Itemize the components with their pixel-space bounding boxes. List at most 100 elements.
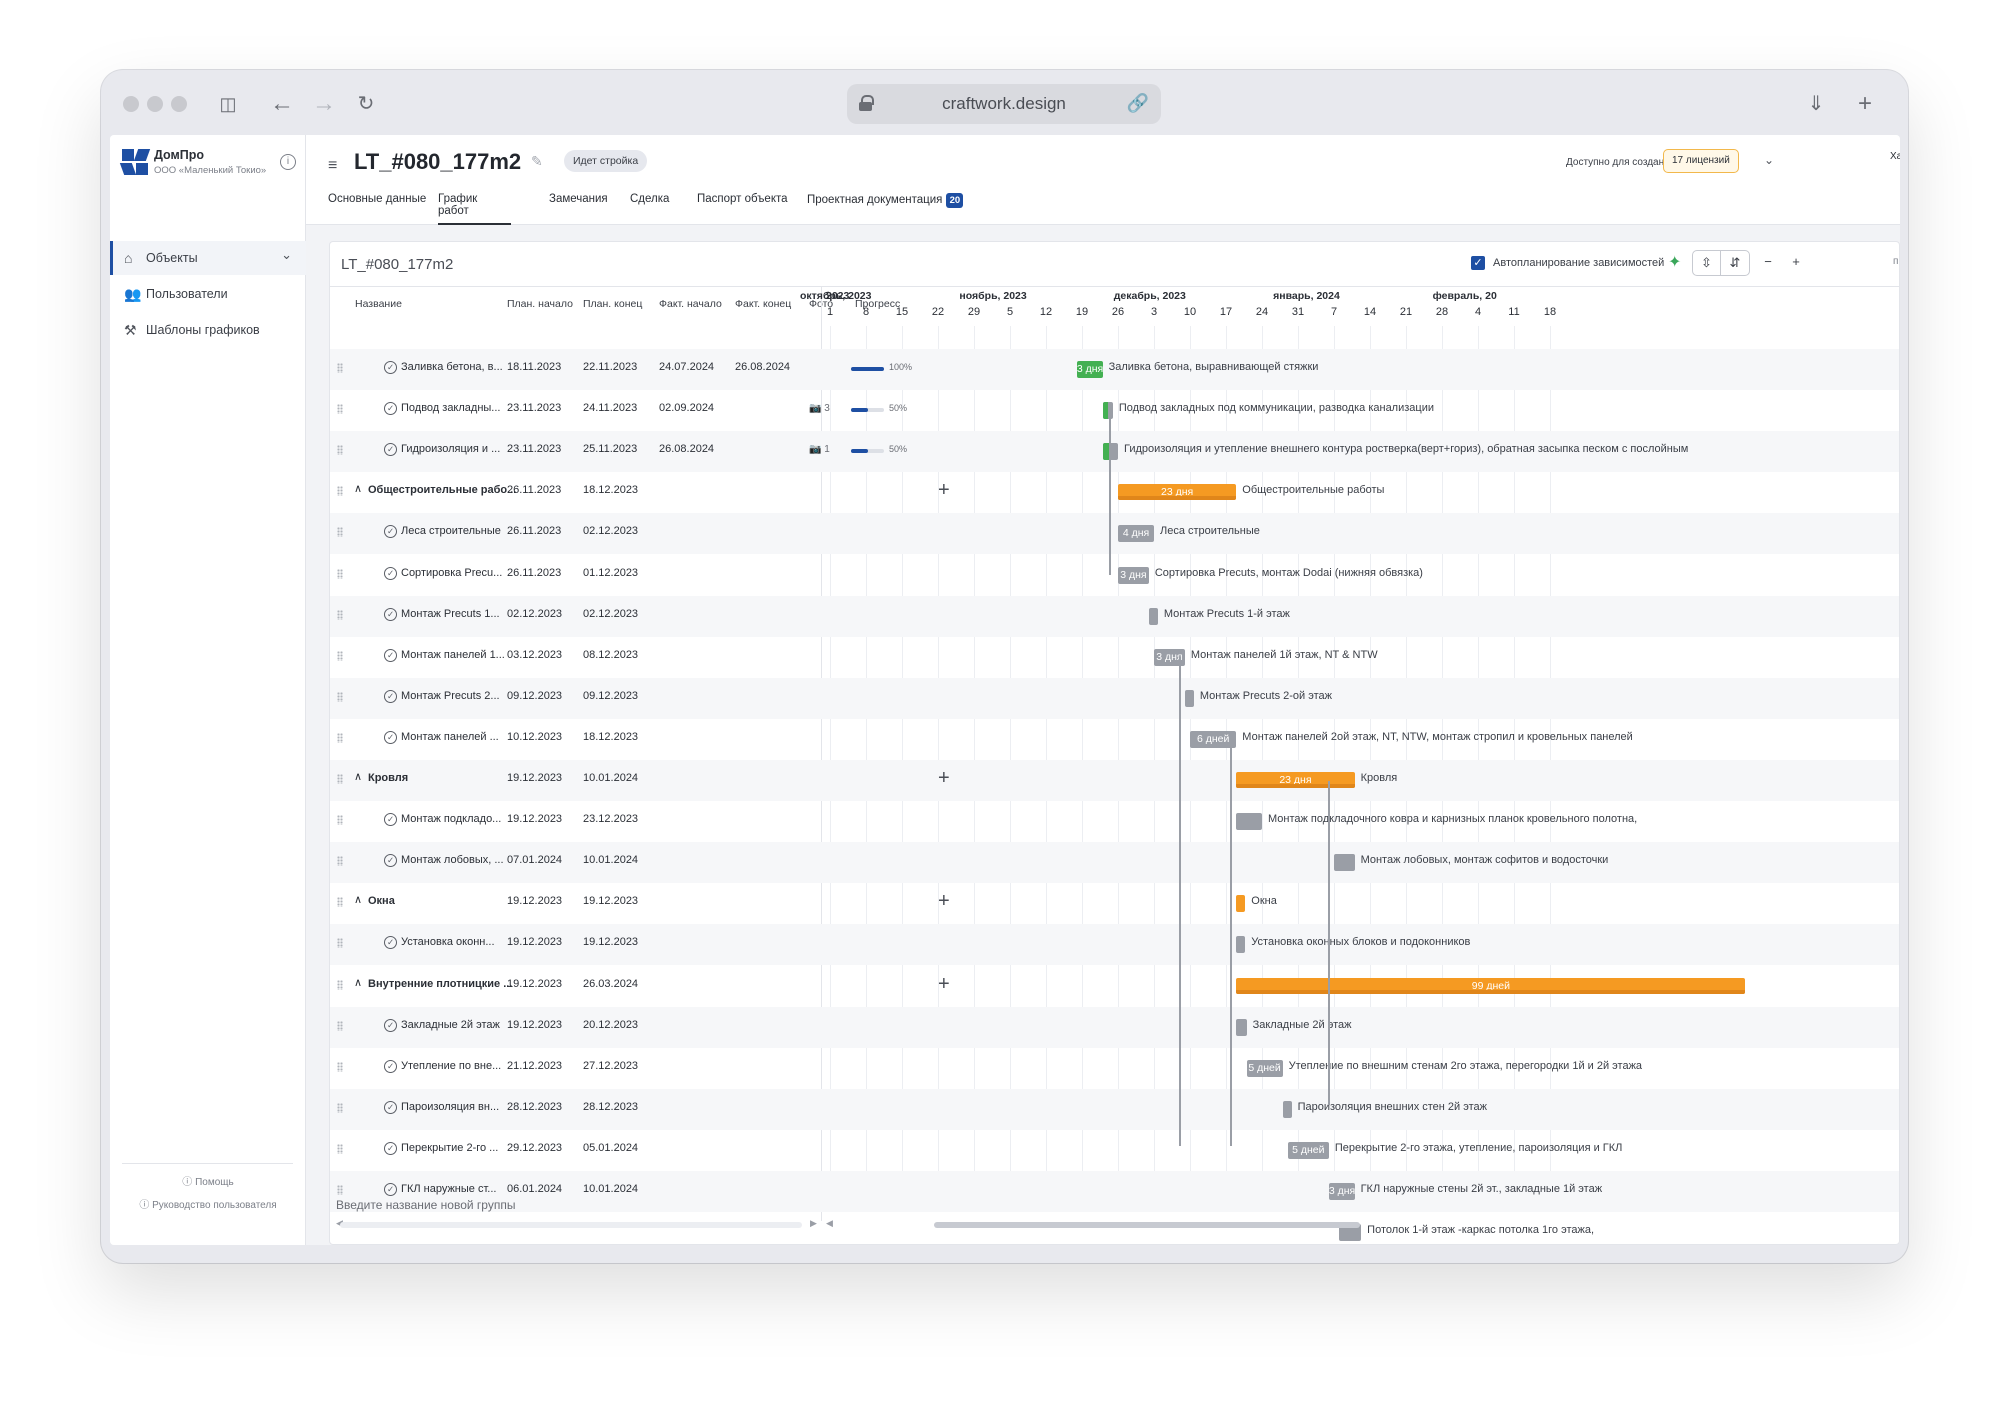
task-row[interactable]: ✓ Леса строительные 26.11.2023 02.12.2023 4 …	[330, 513, 1899, 555]
group-bar[interactable]: 23 дня	[1118, 484, 1237, 501]
task-bar[interactable]	[1236, 1018, 1247, 1036]
drag-handle-icon[interactable]	[337, 774, 343, 784]
task-bar[interactable]: 4 дня	[1118, 525, 1154, 543]
task-row[interactable]: ✓ Установка оконн... 19.12.2023 19.12.2023 У…	[330, 924, 1899, 966]
drag-handle-icon[interactable]	[337, 938, 343, 949]
drag-handle-icon[interactable]	[337, 650, 343, 661]
group-row[interactable]: ∧ Внутренние плотницкие ... +19.12.2023 26.…	[330, 966, 1899, 1007]
task-row[interactable]: ✓ Монтаж панелей 1... 03.12.2023 08.12.2023…	[330, 637, 1899, 678]
check-circle-icon[interactable]: ✓	[384, 525, 397, 539]
check-circle-icon[interactable]: ✓	[384, 1183, 397, 1196]
col-name[interactable]: Название	[355, 298, 402, 310]
drag-handle-icon[interactable]	[337, 897, 343, 908]
drag-handle-icon[interactable]	[337, 732, 343, 743]
check-circle-icon[interactable]: ✓	[384, 813, 397, 827]
download-icon[interactable]: ⇓	[1801, 89, 1831, 119]
check-circle-icon[interactable]: ✓	[384, 443, 397, 457]
check-circle-icon[interactable]: ✓	[384, 1100, 397, 1114]
task-row[interactable]: ✓ Перекрытие 2-го ... 29.12.2023 05.01.2024…	[330, 1130, 1899, 1171]
col-fact-end[interactable]: Факт. конец	[735, 298, 791, 310]
task-row[interactable]: ✓ Закладные 2й этаж 19.12.2023 20.12.2023 За…	[330, 1006, 1899, 1048]
tab-main-data[interactable]: Основные данные	[328, 193, 426, 225]
collapse-all-icon[interactable]: ⇳	[1693, 251, 1721, 275]
task-bar[interactable]	[1236, 936, 1246, 954]
check-circle-icon[interactable]: ✓	[384, 730, 397, 744]
group-bar[interactable]	[1236, 895, 1246, 913]
drag-handle-icon[interactable]	[337, 1020, 343, 1031]
licenses-badge[interactable]: 17 лицензий	[1663, 149, 1739, 173]
drag-handle-icon[interactable]	[337, 1102, 343, 1113]
zoom-out-icon[interactable]: −	[1754, 250, 1782, 274]
task-bar[interactable]	[1282, 1100, 1292, 1118]
photo-icon[interactable]: 📷 3	[809, 403, 830, 414]
tab-schedule[interactable]: График работ	[438, 193, 511, 225]
zoom-in-icon[interactable]: +	[1782, 250, 1810, 274]
address-bar[interactable]: craftwork.design 🔗	[847, 84, 1161, 124]
task-bar[interactable]: 3 дня	[1118, 566, 1149, 584]
add-task-icon[interactable]: +	[938, 767, 950, 790]
check-circle-icon[interactable]: ✓	[384, 607, 397, 621]
drag-handle-icon[interactable]	[337, 445, 343, 456]
back-arrow-icon[interactable]: ←	[267, 89, 297, 119]
task-bar[interactable]: 5 дней	[1246, 1059, 1283, 1077]
check-circle-icon[interactable]: ✓	[384, 936, 397, 950]
task-bar[interactable]	[1236, 813, 1262, 831]
new-tab-icon[interactable]: +	[1850, 89, 1880, 119]
task-row[interactable]: ✓ Утепление по вне... 21.12.2023 27.12.2023…	[330, 1048, 1899, 1089]
task-row[interactable]: Потолок 1-й этаж -каркас потолка 1го эта…	[330, 1212, 1899, 1244]
check-circle-icon[interactable]: ✓	[384, 648, 397, 662]
autoplan-checkbox[interactable]: ✓	[1471, 256, 1485, 270]
check-circle-icon[interactable]: ✓	[384, 1018, 397, 1032]
reload-icon[interactable]: ↻	[351, 89, 381, 119]
task-bar[interactable]	[1102, 402, 1113, 420]
task-row[interactable]: ✓ Сортировка Precu... 26.11.2023 01.12.2023…	[330, 555, 1899, 596]
task-row[interactable]: ✓ Монтаж подкладо... 19.12.2023 23.12.2023 М…	[330, 801, 1899, 842]
check-circle-icon[interactable]: ✓	[384, 1141, 397, 1155]
task-bar[interactable]: 3 дня	[1076, 361, 1103, 378]
check-circle-icon[interactable]: ✓	[384, 566, 397, 580]
task-bar[interactable]: 5 дней	[1287, 1141, 1329, 1159]
scroll-left-icon[interactable]: ◀	[826, 1218, 833, 1229]
group-bar[interactable]: 23 дня	[1236, 772, 1355, 788]
link-icon[interactable]: 🔗	[1127, 93, 1149, 114]
task-bar[interactable]	[1148, 607, 1158, 625]
task-row[interactable]: ✓ Заливка бетона, в... 18.11.2023 22.11.202…	[330, 349, 1899, 390]
group-row[interactable]: ∧ Общестроительные рабо... +26.11.2023 18.1…	[330, 472, 1899, 513]
window-close-dot[interactable]	[123, 96, 139, 112]
check-circle-icon[interactable]: ✓	[384, 1059, 397, 1073]
add-task-icon[interactable]: +	[938, 973, 950, 996]
drag-handle-icon[interactable]	[337, 1143, 343, 1154]
magic-wand-icon[interactable]: ✦	[1668, 252, 1681, 272]
col-fact-start[interactable]: Факт. начало	[659, 298, 722, 310]
task-row[interactable]: ✓ Монтаж Precuts 2... 09.12.2023 09.12.2023…	[330, 677, 1899, 719]
window-maximize-dot[interactable]	[171, 96, 187, 112]
task-row[interactable]: ✓ Монтаж лобовых, ... 07.01.2024 10.01.2024…	[330, 842, 1899, 884]
tab-deal[interactable]: Сделка	[630, 193, 669, 225]
drag-handle-icon[interactable]	[337, 979, 343, 990]
group-row[interactable]: ∧ Кровля +19.12.2023 10.01.2024 23 дня Кровля	[330, 760, 1899, 801]
group-row[interactable]: ∧ Окна +19.12.2023 19.12.2023 Окна	[330, 883, 1899, 924]
drag-handle-icon[interactable]	[337, 568, 343, 579]
drag-handle-icon[interactable]	[337, 691, 343, 702]
info-icon[interactable]: i	[280, 154, 296, 170]
help-link[interactable]: ⓘ Помощь	[110, 1173, 306, 1188]
add-task-icon[interactable]: +	[938, 890, 950, 913]
expand-all-icon[interactable]: ⇵	[1721, 251, 1749, 275]
task-row[interactable]: ✓ Пароизоляция вн... 28.12.2023 28.12.2023 П…	[330, 1088, 1899, 1130]
edit-pencil-icon[interactable]: ✎	[531, 153, 543, 170]
task-row[interactable]: ✓ Монтаж панелей ... 10.12.2023 18.12.2023 6…	[330, 719, 1899, 760]
chevron-down-icon[interactable]: ⌄	[1764, 153, 1774, 167]
drag-handle-icon[interactable]	[337, 1061, 343, 1072]
drag-handle-icon[interactable]	[337, 609, 343, 620]
task-bar[interactable]	[1184, 689, 1194, 707]
drag-handle-icon[interactable]	[337, 856, 343, 867]
user-guide-link[interactable]: ⓘ Руководство пользователя	[110, 1196, 306, 1211]
photo-icon[interactable]: 📷 1	[809, 444, 830, 455]
task-row[interactable]: ✓ ГКЛ наружные ст... 06.01.2024 10.01.2024 3…	[330, 1171, 1899, 1212]
drag-handle-icon[interactable]	[337, 363, 343, 373]
caret-up-icon[interactable]: ∧	[354, 770, 362, 783]
user-menu[interactable]: Ха	[1890, 151, 1900, 162]
task-bar[interactable]: 3 дня	[1328, 1183, 1355, 1200]
drag-handle-icon[interactable]	[337, 486, 343, 497]
sidebar-item-users[interactable]: 👥 Пользователи	[110, 277, 306, 311]
